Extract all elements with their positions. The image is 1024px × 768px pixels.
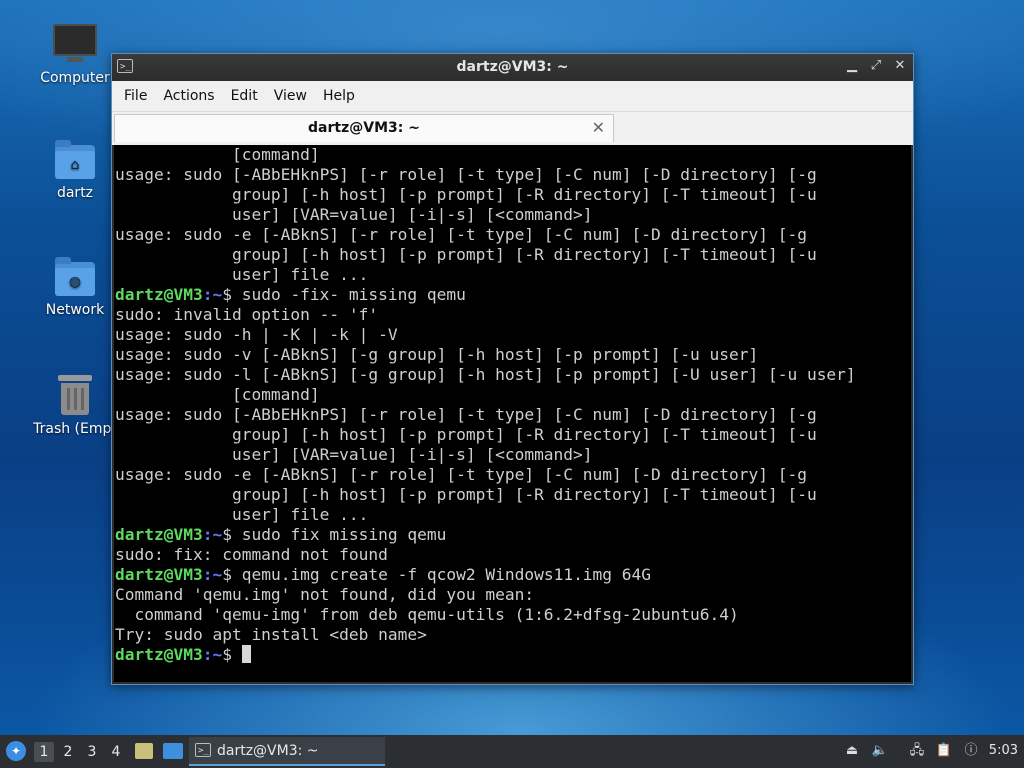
menu-file[interactable]: File	[116, 88, 155, 104]
desktop-icon-home[interactable]: ⌂ dartz	[27, 140, 123, 201]
menu-bar: File Actions Edit View Help	[112, 81, 913, 111]
terminal-command-line: dartz@VM3:~$ sudo -fix- missing qemu	[114, 285, 911, 305]
show-desktop-icon[interactable]	[163, 743, 183, 759]
terminal-output-line: user] file ...	[115, 265, 369, 284]
terminal-output-line: usage: sudo -e [-ABknS] [-r role] [-t ty…	[115, 225, 807, 244]
tab-close-icon[interactable]: ✕	[592, 118, 605, 137]
terminal-output-line: Command 'qemu.img' not found, did you me…	[115, 585, 535, 604]
terminal-window: >_ dartz@VM3: ~ ▁ ⤢ ✕ File Actions Edit …	[111, 53, 914, 685]
terminal-output-line: sudo: invalid option -- 'f'	[115, 305, 379, 324]
file-manager-icon[interactable]	[135, 743, 153, 759]
task-label: dartz@VM3: ~	[217, 743, 319, 759]
network-folder-icon: ◍	[55, 257, 95, 296]
update-notifier-icon[interactable]: ⓘ	[962, 742, 980, 760]
maximize-button[interactable]: ⤢	[869, 58, 883, 73]
workspace-4[interactable]: 4	[106, 742, 126, 762]
desktop-icon-label: dartz	[56, 185, 94, 201]
desktop-icon-network[interactable]: ◍ Network	[27, 257, 123, 318]
terminal-command-line: dartz@VM3:~$ qemu.img create -f qcow2 Wi…	[114, 565, 911, 585]
clock: 5:03	[988, 743, 1018, 758]
terminal-output-line: usage: sudo -v [-ABknS] [-g group] [-h h…	[115, 345, 759, 364]
terminal-output-line: group] [-h host] [-p prompt] [-R directo…	[115, 245, 817, 264]
terminal-output-line: command 'qemu-img' from deb qemu-utils (…	[115, 605, 739, 624]
trash-icon	[58, 375, 92, 415]
terminal-icon: >_	[195, 743, 211, 757]
prompt-user: dartz@VM3	[115, 645, 203, 664]
menu-view[interactable]: View	[266, 88, 315, 104]
terminal-output[interactable]: [command] usage: sudo [-ABbEHknPS] [-r ro…	[114, 145, 911, 682]
command-text: $ sudo -fix- missing qemu	[222, 285, 466, 304]
window-title: dartz@VM3: ~	[456, 59, 569, 75]
menu-edit[interactable]: Edit	[223, 88, 266, 104]
terminal-output-line: [command]	[115, 385, 320, 404]
terminal-command-line: dartz@VM3:~$	[114, 645, 911, 665]
prompt-path: :~	[202, 525, 223, 544]
prompt-user: dartz@VM3	[115, 525, 203, 544]
desktop-icon-trash[interactable]: Trash (Empt	[27, 375, 123, 437]
command-text: $ qemu.img create -f qcow2 Windows11.img…	[222, 565, 652, 584]
prompt-user: dartz@VM3	[115, 565, 203, 584]
text-cursor	[241, 645, 251, 663]
taskbar: ✦ 1 2 3 4 >_ dartz@VM3: ~ ⏏ 🔈 🖧 📋 ⓘ 5:03	[0, 735, 1024, 768]
terminal-output-line: user] file ...	[115, 505, 369, 524]
minimize-button[interactable]: ▁	[845, 58, 859, 73]
terminal-output-line: [command]	[115, 145, 320, 164]
tab-label: dartz@VM3: ~	[308, 120, 420, 136]
desktop-icon-computer[interactable]: Computer	[27, 24, 123, 86]
desktop-icon-label: Trash (Empt	[33, 421, 117, 437]
workspace-3[interactable]: 3	[82, 742, 102, 762]
desktop-icon-label: Computer	[40, 70, 110, 86]
home-folder-icon: ⌂	[55, 140, 95, 179]
clipboard-icon[interactable]: 📋	[935, 742, 953, 760]
volume-icon[interactable]: 🔈	[871, 742, 889, 760]
tab-bar: dartz@VM3: ~ ✕	[112, 111, 913, 145]
command-text: $ sudo fix missing qemu	[222, 525, 447, 544]
tab-terminal[interactable]: dartz@VM3: ~ ✕	[114, 114, 614, 142]
prompt-path: :~	[202, 645, 223, 664]
terminal-output-line: group] [-h host] [-p prompt] [-R directo…	[115, 185, 817, 204]
terminal-output-line: usage: sudo -h | -K | -k | -V	[115, 325, 398, 344]
menu-help[interactable]: Help	[315, 88, 363, 104]
terminal-output-line: user] [VAR=value] [-i|-s] [<command>]	[115, 445, 593, 464]
prompt-path: :~	[202, 285, 223, 304]
close-button[interactable]: ✕	[893, 58, 907, 73]
terminal-command-line: dartz@VM3:~$ sudo fix missing qemu	[114, 525, 911, 545]
command-text: $	[222, 645, 242, 664]
terminal-output-line: user] [VAR=value] [-i|-s] [<command>]	[115, 205, 593, 224]
terminal-output-line: usage: sudo -e [-ABknS] [-r role] [-t ty…	[115, 465, 807, 484]
eject-icon[interactable]: ⏏	[843, 742, 861, 760]
terminal-output-line: group] [-h host] [-p prompt] [-R directo…	[115, 425, 817, 444]
menu-actions[interactable]: Actions	[155, 88, 222, 104]
network-icon[interactable]: 🖧	[908, 742, 926, 760]
terminal-output-line: usage: sudo -l [-ABknS] [-g group] [-h h…	[115, 365, 856, 384]
window-titlebar[interactable]: >_ dartz@VM3: ~ ▁ ⤢ ✕	[112, 54, 913, 81]
monitor-icon	[53, 24, 97, 62]
terminal-output-line: usage: sudo [-ABbEHknPS] [-r role] [-t t…	[115, 405, 817, 424]
workspace-1[interactable]: 1	[34, 742, 54, 762]
prompt-user: dartz@VM3	[115, 285, 203, 304]
terminal-output-line: group] [-h host] [-p prompt] [-R directo…	[115, 485, 817, 504]
workspace-2[interactable]: 2	[58, 742, 78, 762]
prompt-path: :~	[202, 565, 223, 584]
terminal-output-line: usage: sudo [-ABbEHknPS] [-r role] [-t t…	[115, 165, 817, 184]
taskbar-task-terminal[interactable]: >_ dartz@VM3: ~	[189, 737, 385, 766]
terminal-output-line: sudo: fix: command not found	[115, 545, 388, 564]
desktop-icon-label: Network	[45, 302, 105, 318]
lubuntu-logo-icon[interactable]: ✦	[6, 741, 26, 761]
terminal-output-line: Try: sudo apt install <deb name>	[115, 625, 427, 644]
